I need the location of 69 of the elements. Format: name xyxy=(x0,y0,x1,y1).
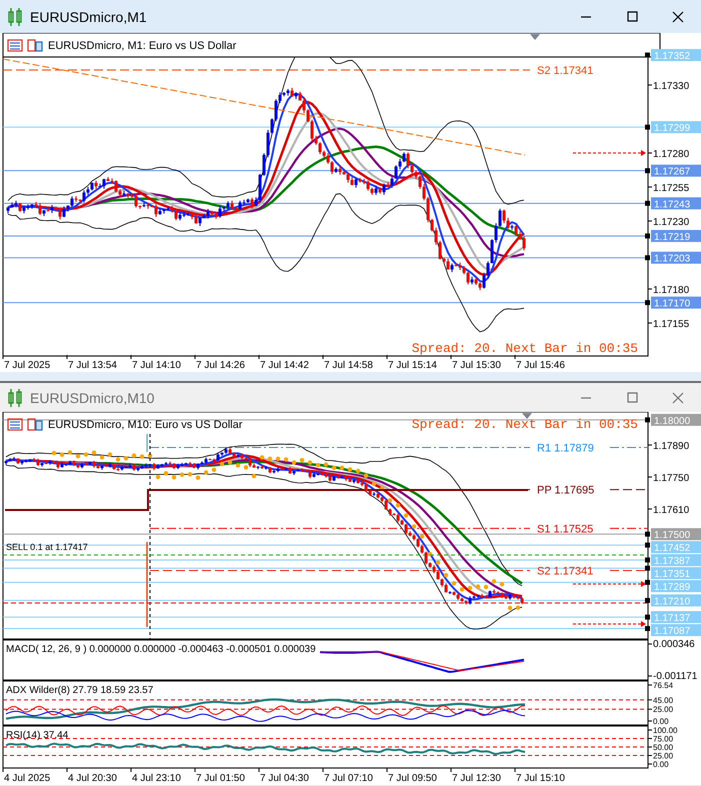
price-tag: 1.17452 xyxy=(651,541,701,554)
price-axis-label: 1.17280 xyxy=(653,149,690,160)
indicator-axis-label: 0.00 xyxy=(653,717,669,726)
indicator-axis-label: 75.00 xyxy=(653,734,674,744)
time-axis-label: 7 Jul 14:10 xyxy=(132,360,181,371)
price-axis-label: 1.17155 xyxy=(653,319,690,330)
price-tag: 1.18000 xyxy=(651,414,701,427)
price-tag: 1.17203 xyxy=(651,252,701,265)
pivot-label: S1 1.17525 xyxy=(537,523,594,536)
order-label: SELL 0.1 at 1.17417 xyxy=(6,542,88,552)
pivot-label: S2 1.17341 xyxy=(537,565,594,578)
chart-title: EURUSDmicro, M1: Euro vs US Dollar xyxy=(48,40,236,52)
time-axis-label: 7 Jul 14:26 xyxy=(196,360,245,371)
time-axis-label: 4 Jul 20:30 xyxy=(68,773,117,784)
price-tag: 1.17267 xyxy=(651,164,701,178)
time-axis-label: 7 Jul 14:42 xyxy=(260,360,309,371)
pivot-label: R1 1.17879 xyxy=(537,442,594,455)
time-axis-label: 7 Jul 13:54 xyxy=(68,360,117,371)
price-axis-label: 1.17610 xyxy=(653,505,690,516)
indicator-axis-label: 50.00 xyxy=(653,743,674,752)
time-axis-label: 7 Jul 01:50 xyxy=(196,773,245,784)
time-axis-label: 7 Jul 09:50 xyxy=(388,773,437,784)
price-axis-label: 1.17180 xyxy=(653,285,690,296)
indicator-axis-label: 0.000346 xyxy=(653,639,695,650)
time-axis-label: 7 Jul 04:30 xyxy=(260,773,309,784)
window-title: EURUSDmicro,M1 xyxy=(30,8,148,24)
time-axis-label: 7 Jul 07:10 xyxy=(324,773,373,784)
price-tag: 1.17352 xyxy=(651,49,701,62)
indicator-label: ADX Wilder(8) 27.79 18.59 23.57 xyxy=(6,685,154,696)
indicator-axis-label: 76.54 xyxy=(653,681,674,690)
indicator-axis-label: 100.00 xyxy=(653,726,678,735)
indicator-axis-label: 25.00 xyxy=(653,752,674,760)
price-tag: 1.17351 xyxy=(651,567,701,580)
time-axis-label: 7 Jul 2025 xyxy=(4,360,50,371)
time-axis-label: 7 Jul 15:46 xyxy=(516,360,565,371)
price-tag: 1.17137 xyxy=(651,611,701,624)
price-tag: 1.17387 xyxy=(651,554,701,568)
time-axis-label: 4 Jul 2025 xyxy=(4,773,50,784)
price-tag: 1.17170 xyxy=(651,296,701,310)
price-tag: 1.17219 xyxy=(651,230,701,243)
price-tag: 1.17087 xyxy=(651,624,701,638)
indicator-axis-label: 25.00 xyxy=(653,705,674,714)
indicator-label: RSI(14) 37.44 xyxy=(6,730,68,741)
price-tag: 1.17500 xyxy=(651,528,701,542)
price-axis-label: 1.17330 xyxy=(653,81,690,92)
time-axis-label: 7 Jul 12:30 xyxy=(452,773,501,784)
time-axis-label: 7 Jul 15:30 xyxy=(452,360,501,371)
time-axis-label: 7 Jul 15:14 xyxy=(388,360,437,371)
time-axis-label: 4 Jul 23:10 xyxy=(132,773,181,784)
price-tag: 1.17299 xyxy=(651,121,701,134)
indicator-axis-label: -0.001171 xyxy=(653,671,698,682)
price-axis-label: 1.17255 xyxy=(653,183,690,194)
spread-info: Spread: 20. Next Bar in 00:35 xyxy=(412,341,638,356)
pivot-label: PP 1.17695 xyxy=(537,484,594,497)
price-tag: 1.17243 xyxy=(651,197,701,210)
price-tag: 1.17289 xyxy=(651,580,701,594)
spread-info: Spread: 20. Next Bar in 00:35 xyxy=(412,417,638,432)
time-axis-label: 7 Jul 14:58 xyxy=(324,360,373,371)
indicator-axis-label: 45.00 xyxy=(653,696,674,705)
window-title: EURUSDmicro,M10 xyxy=(30,390,156,406)
time-axis-label: 7 Jul 15:10 xyxy=(516,773,565,784)
pivot-label: S2 1.17341 xyxy=(537,65,594,78)
indicator-label: MACD( 12, 26, 9 ) 0.000000 0.000000 -0.000463 -0.000501 0.000039 xyxy=(6,644,316,655)
indicator-axis-label: 0.00 xyxy=(653,760,669,769)
price-axis-label: 1.17750 xyxy=(653,473,690,484)
chart-title: EURUSDmicro, M10: Euro vs US Dollar xyxy=(48,419,242,431)
price-axis-label: 1.17230 xyxy=(653,217,690,228)
price-tag: 1.17210 xyxy=(651,594,701,608)
price-axis-label: 1.17890 xyxy=(653,441,690,452)
